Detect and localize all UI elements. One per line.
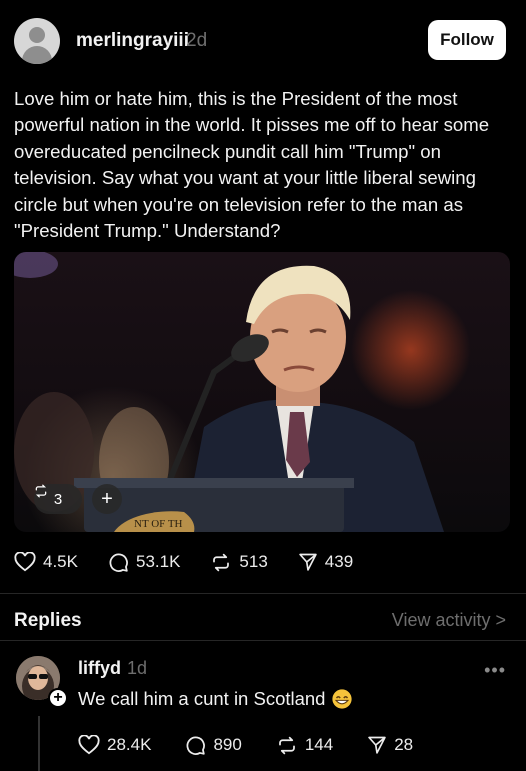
view-activity-link[interactable]: View activity > bbox=[392, 610, 506, 631]
like-count: 4.5K bbox=[43, 552, 78, 571]
reply-share-count: 28 bbox=[394, 735, 414, 754]
heart-icon bbox=[14, 552, 36, 572]
thread-line bbox=[38, 716, 40, 771]
send-icon bbox=[368, 736, 386, 754]
reply-repost-count: 144 bbox=[304, 735, 334, 754]
comment-bubble-icon bbox=[109, 553, 128, 572]
comment-button[interactable]: 53.1K bbox=[108, 552, 180, 573]
repost-button[interactable]: 513 bbox=[210, 552, 268, 573]
divider bbox=[0, 640, 526, 641]
reply-follow-plus[interactable]: + bbox=[48, 688, 68, 708]
repost-icon bbox=[35, 484, 47, 498]
post-text: Love him or hate him, this is the Presid… bbox=[14, 88, 490, 242]
grinning-emoji-icon bbox=[332, 689, 353, 709]
post-username[interactable]: merlingrayiii bbox=[76, 30, 189, 52]
photo-add-button[interactable]: + bbox=[92, 484, 122, 514]
reply-text: We call him a cunt in Scotland bbox=[78, 688, 353, 710]
post-header: merlingrayiii 2d Follow bbox=[14, 18, 512, 66]
more-options-button[interactable]: ••• bbox=[484, 660, 506, 681]
reply-share-button[interactable]: 28 bbox=[367, 735, 413, 755]
follow-button[interactable]: Follow bbox=[428, 20, 506, 60]
photo-repost-badge[interactable]: 3 bbox=[34, 484, 82, 514]
photo-repost-count: 3 bbox=[53, 490, 63, 508]
podium-seal-text: NT OF TH bbox=[134, 518, 183, 530]
repost-icon bbox=[278, 736, 295, 754]
post-timestamp: 2d bbox=[186, 30, 208, 51]
share-count: 439 bbox=[324, 552, 354, 571]
reply-like-button[interactable]: 28.4K bbox=[78, 735, 151, 755]
reply-actions: 28.4K 890 144 28 bbox=[78, 731, 447, 759]
photo-illustration: NT OF TH bbox=[14, 252, 444, 532]
like-button[interactable]: 4.5K bbox=[14, 552, 78, 572]
repost-count: 513 bbox=[239, 552, 268, 571]
replies-title: Replies bbox=[14, 610, 82, 631]
repost-icon bbox=[213, 553, 230, 571]
reply-timestamp: 1d bbox=[127, 658, 148, 678]
post-photo[interactable]: NT OF TH 3 + bbox=[14, 252, 510, 532]
reply-comment-button[interactable]: 890 bbox=[185, 735, 242, 756]
reply-text-content: We call him a cunt in Scotland bbox=[78, 688, 326, 709]
reply-comment-count: 890 bbox=[213, 735, 242, 754]
divider bbox=[0, 593, 526, 594]
post-actions: 4.5K 53.1K 513 439 bbox=[14, 548, 383, 576]
heart-icon bbox=[78, 735, 100, 755]
avatar[interactable] bbox=[14, 18, 60, 64]
comment-bubble-icon bbox=[187, 736, 206, 755]
reply-username[interactable]: liffyd bbox=[78, 658, 121, 679]
comment-count: 53.1K bbox=[135, 552, 181, 571]
reply-repost-button[interactable]: 144 bbox=[276, 735, 333, 756]
reply-like-count: 28.4K bbox=[107, 735, 152, 754]
share-button[interactable]: 439 bbox=[298, 552, 353, 572]
send-icon bbox=[299, 553, 317, 571]
